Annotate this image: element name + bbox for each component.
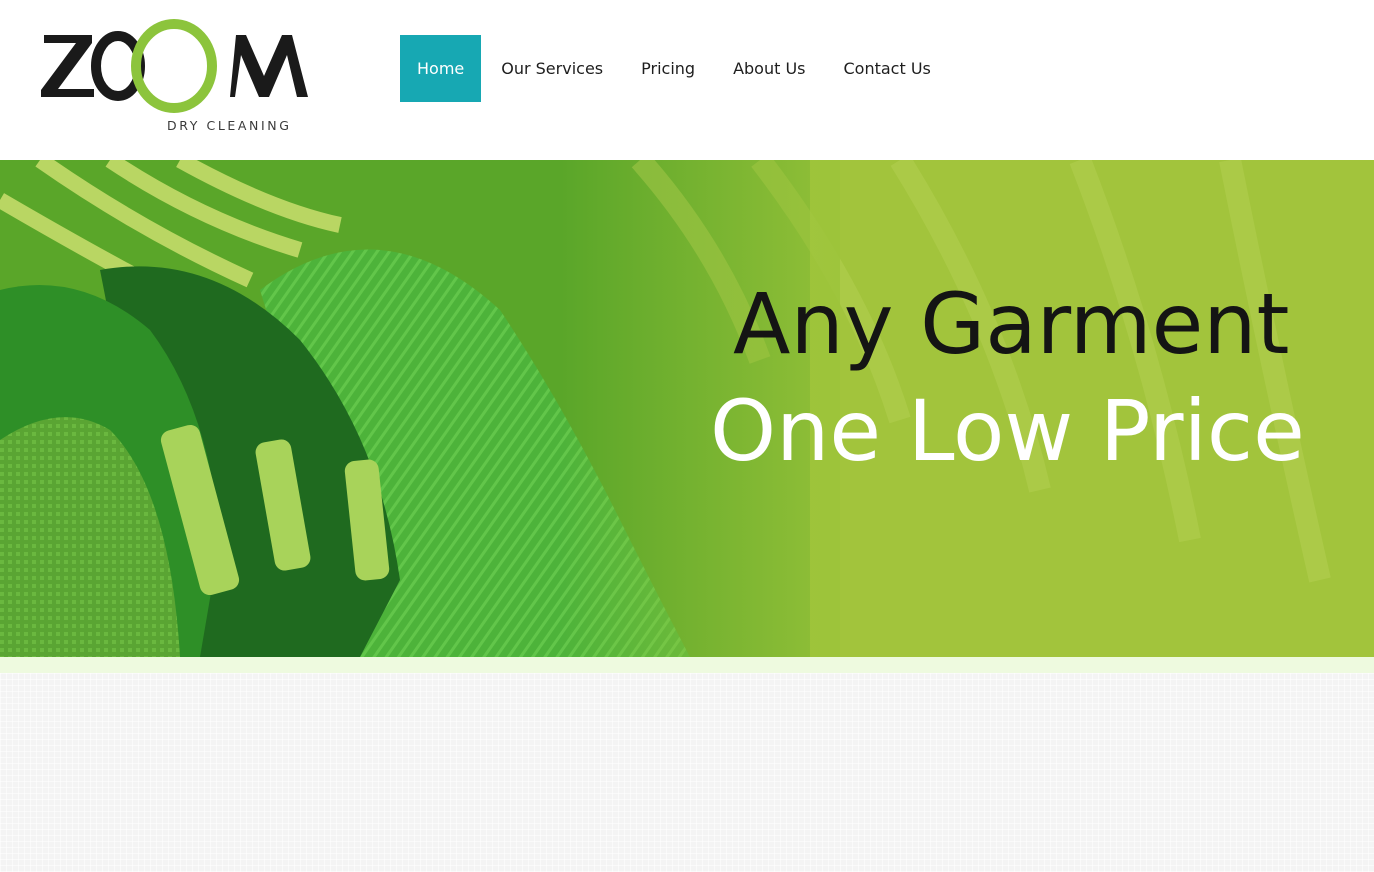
nav-pricing[interactable]: Pricing <box>621 35 713 102</box>
site-header: DRY CLEANING Home Our Services Pricing A… <box>0 0 1374 160</box>
hero-headline-line-1: Any Garment <box>733 275 1290 373</box>
hero-banner: Any Garment One Low Price <box>0 160 1374 657</box>
main-nav: Home Our Services Pricing About Us Conta… <box>400 35 949 102</box>
hero-bottom-strip <box>0 657 1374 673</box>
content-section-background <box>0 673 1374 872</box>
logo-graphic: DRY CLEANING <box>41 19 308 133</box>
hero-headline-line-2: One Low Price <box>710 382 1305 480</box>
nav-contact-us[interactable]: Contact Us <box>824 35 949 102</box>
zoom-logo[interactable]: DRY CLEANING <box>40 18 312 136</box>
nav-home[interactable]: Home <box>400 35 482 102</box>
logo-tagline: DRY CLEANING <box>167 118 292 133</box>
nav-our-services[interactable]: Our Services <box>481 35 621 102</box>
nav-about-us[interactable]: About Us <box>713 35 823 102</box>
